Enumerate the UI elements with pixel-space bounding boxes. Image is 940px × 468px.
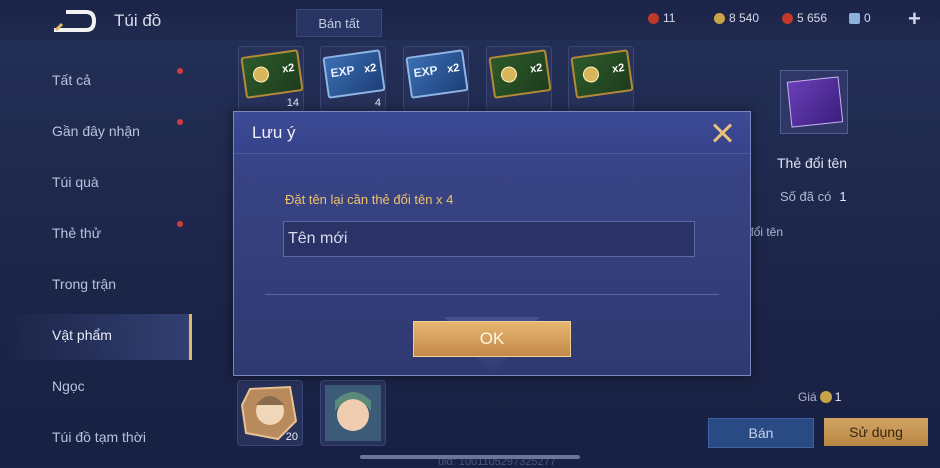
rename-dialog: Lưu ý Đặt tên lại cần thẻ đổi tên x 4 OK: [233, 111, 751, 376]
item-slot[interactable]: x2: [568, 46, 634, 112]
sidebar-item-label: Thẻ thử: [52, 225, 102, 241]
use-button[interactable]: Sử dụng: [824, 418, 928, 446]
item-slot[interactable]: EXP x2 4: [320, 46, 386, 112]
divider: [265, 294, 719, 295]
sidebar-item-gift-bag[interactable]: Túi quà: [0, 161, 192, 207]
item-count: 20: [285, 431, 298, 443]
notification-dot: [177, 221, 183, 227]
sidebar-item-label: Vật phẩm: [52, 327, 112, 343]
price: Giá 1: [798, 390, 841, 404]
top-bar: Túi đồ Bán tất 11 8 540 5 656 0 +: [0, 0, 940, 40]
sidebar-item-label: Gần đây nhận: [52, 123, 140, 139]
item-description: đổi tên: [747, 225, 784, 239]
item-count: 14: [286, 97, 299, 109]
sidebar: Tất cả Gần đây nhận Túi quà Thẻ thử Tron…: [0, 48, 195, 467]
ok-button[interactable]: OK: [413, 321, 571, 357]
price-value: 1: [834, 390, 842, 404]
active-indicator: [189, 314, 192, 360]
gold-coin-icon: [819, 391, 832, 403]
gold-card-icon: x2: [570, 49, 633, 99]
sidebar-item-gems[interactable]: Ngọc: [0, 365, 192, 411]
ruby-value: 11: [663, 11, 676, 25]
dialog-title: Lưu ý: [252, 123, 296, 142]
ruby-currency: 11: [648, 11, 675, 25]
new-name-input[interactable]: [283, 221, 695, 257]
notification-dot: [177, 68, 183, 74]
sidebar-item-temp-bag[interactable]: Túi đồ tạm thời: [0, 416, 192, 462]
price-label: Giá: [798, 390, 817, 404]
gold-coin-icon: [714, 12, 725, 24]
diamond-currency: 0: [849, 11, 871, 25]
diamond-value: 0: [864, 11, 871, 25]
sidebar-item-label: Túi quà: [52, 174, 99, 190]
close-icon[interactable]: [710, 121, 734, 145]
gold-card-icon: x2: [240, 49, 303, 99]
sidebar-item-items[interactable]: Vật phẩm: [0, 314, 192, 360]
gold-currency: 8 540: [714, 11, 759, 25]
dialog-header: Lưu ý: [234, 112, 750, 154]
add-currency-button[interactable]: +: [908, 6, 921, 32]
sidebar-item-label: Túi đồ tạm thời: [52, 429, 146, 445]
diamond-icon: [849, 12, 860, 24]
rename-card-icon: [786, 76, 844, 128]
sidebar-item-label: Trong trận: [52, 276, 117, 292]
sidebar-item-all[interactable]: Tất cả: [0, 59, 192, 105]
sidebar-item-in-match[interactable]: Trong trận: [0, 263, 192, 309]
gold-card-icon: x2: [488, 49, 551, 99]
sell-all-button[interactable]: Bán tất: [296, 9, 382, 37]
item-slot[interactable]: x2: [486, 46, 552, 112]
exp-card-icon: EXP x2: [405, 49, 468, 99]
sidebar-item-label: Tất cả: [52, 72, 91, 88]
sidebar-item-label: Ngọc: [52, 378, 85, 394]
page-title: Túi đồ: [114, 11, 162, 30]
sell-button[interactable]: Bán: [708, 418, 814, 448]
sidebar-item-trial-card[interactable]: Thẻ thử: [0, 212, 192, 258]
item-slot[interactable]: 20: [237, 380, 303, 446]
voucher-value: 5 656: [797, 11, 828, 25]
item-slot[interactable]: EXP x2: [403, 46, 469, 112]
voucher-icon: [782, 12, 793, 24]
owned-count: Số đã có 1: [780, 189, 847, 204]
item-count: 4: [374, 97, 381, 109]
scrollbar[interactable]: [360, 455, 580, 459]
ruby-icon: [648, 12, 659, 24]
item-slot[interactable]: x2 14: [238, 46, 304, 112]
sidebar-item-recent[interactable]: Gần đây nhận: [0, 110, 192, 156]
back-icon[interactable]: [52, 8, 96, 34]
exp-card-icon: EXP x2: [322, 49, 385, 99]
selected-item-icon: [780, 70, 848, 134]
selected-item-name: Thẻ đổi tên: [777, 155, 848, 171]
hero-portrait-icon: [325, 385, 381, 441]
gold-value: 8 540: [729, 11, 760, 25]
dialog-message: Đặt tên lại cần thẻ đổi tên x 4: [285, 192, 454, 207]
item-slot[interactable]: [320, 380, 386, 446]
voucher-currency: 5 656: [782, 11, 827, 25]
notification-dot: [177, 119, 183, 125]
